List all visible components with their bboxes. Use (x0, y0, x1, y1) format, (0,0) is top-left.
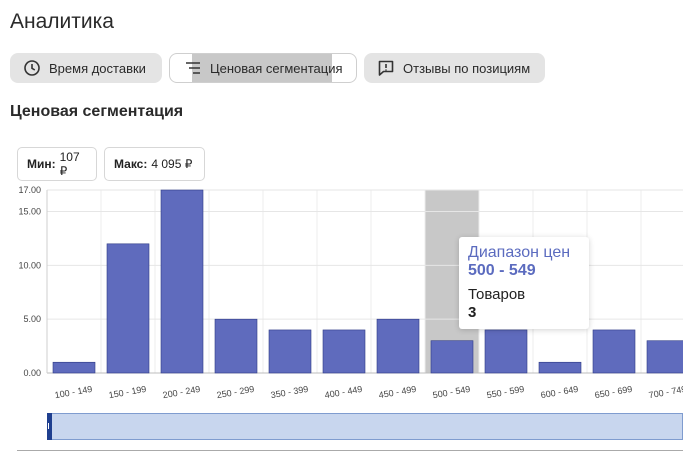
y-tick-label: 5.00 (23, 314, 41, 324)
bar (538, 361, 582, 374)
chart-tooltip: Диапазон цен 500 - 549 Товаров 3 (459, 237, 589, 329)
bar (52, 361, 96, 374)
stat-min-price: Мин: 107 ₽ (17, 147, 97, 181)
tooltip-title: Диапазон цен (468, 244, 571, 261)
tooltip-count-label: Товаров (468, 286, 526, 303)
section-title: Ценовая сегментация (10, 103, 184, 120)
stat-min-label: Мин: (27, 157, 56, 171)
y-tick-label: 0.00 (23, 368, 41, 378)
y-tick-label: 17.00 (18, 186, 41, 195)
x-tick-label: 400 - 449 (324, 384, 363, 400)
clock-icon (23, 59, 41, 77)
x-tick-label: 150 - 199 (108, 384, 147, 400)
tooltip-range: 500 - 549 (468, 262, 536, 279)
x-tick-label: 500 - 549 (432, 384, 471, 400)
x-tick-label: 700 - 749 (648, 384, 683, 400)
stat-max-price: Макс: 4 095 ₽ (104, 147, 205, 181)
bar (322, 329, 366, 374)
tab-price-segmentation[interactable]: Ценовая сегментация (169, 53, 357, 83)
x-tick-label: 200 - 249 (162, 384, 201, 400)
bar (160, 189, 204, 374)
x-tick-label: 550 - 599 (486, 384, 525, 400)
divider (17, 450, 683, 451)
x-tick-label: 450 - 499 (378, 384, 417, 400)
tab-delivery-time[interactable]: Время доставки (10, 53, 162, 83)
tab-label: Отзывы по позициям (403, 60, 531, 76)
bar (376, 318, 420, 374)
x-tick-label: 350 - 399 (270, 384, 309, 400)
bar (592, 329, 636, 374)
tab-reviews-by-item[interactable]: Отзывы по позициям (364, 53, 545, 83)
chart-range-scroller[interactable] (47, 413, 683, 440)
x-tick-label: 650 - 699 (594, 384, 633, 400)
stat-min-value: 107 ₽ (59, 150, 80, 178)
stat-max-value: 4 095 ₽ (151, 157, 193, 171)
bar (484, 329, 528, 374)
filter-lines-icon (184, 59, 202, 77)
x-tick-label: 600 - 649 (540, 384, 579, 400)
scroller-handle[interactable] (47, 413, 52, 440)
bar (106, 243, 150, 374)
tooltip-count-value: 3 (468, 304, 477, 321)
bar (214, 318, 258, 374)
x-tick-label: 100 - 149 (54, 384, 93, 400)
page-title: Аналитика (10, 10, 114, 33)
y-tick-label: 10.00 (18, 260, 41, 270)
y-tick-label: 15.00 (18, 207, 41, 217)
bar (430, 340, 474, 374)
tab-label: Время доставки (49, 60, 146, 76)
review-bubble-icon (377, 59, 395, 77)
bar (268, 329, 312, 374)
bar (646, 340, 683, 374)
tab-label: Ценовая сегментация (210, 60, 343, 76)
x-tick-label: 250 - 299 (216, 384, 255, 400)
stat-max-label: Макс: (114, 157, 148, 171)
